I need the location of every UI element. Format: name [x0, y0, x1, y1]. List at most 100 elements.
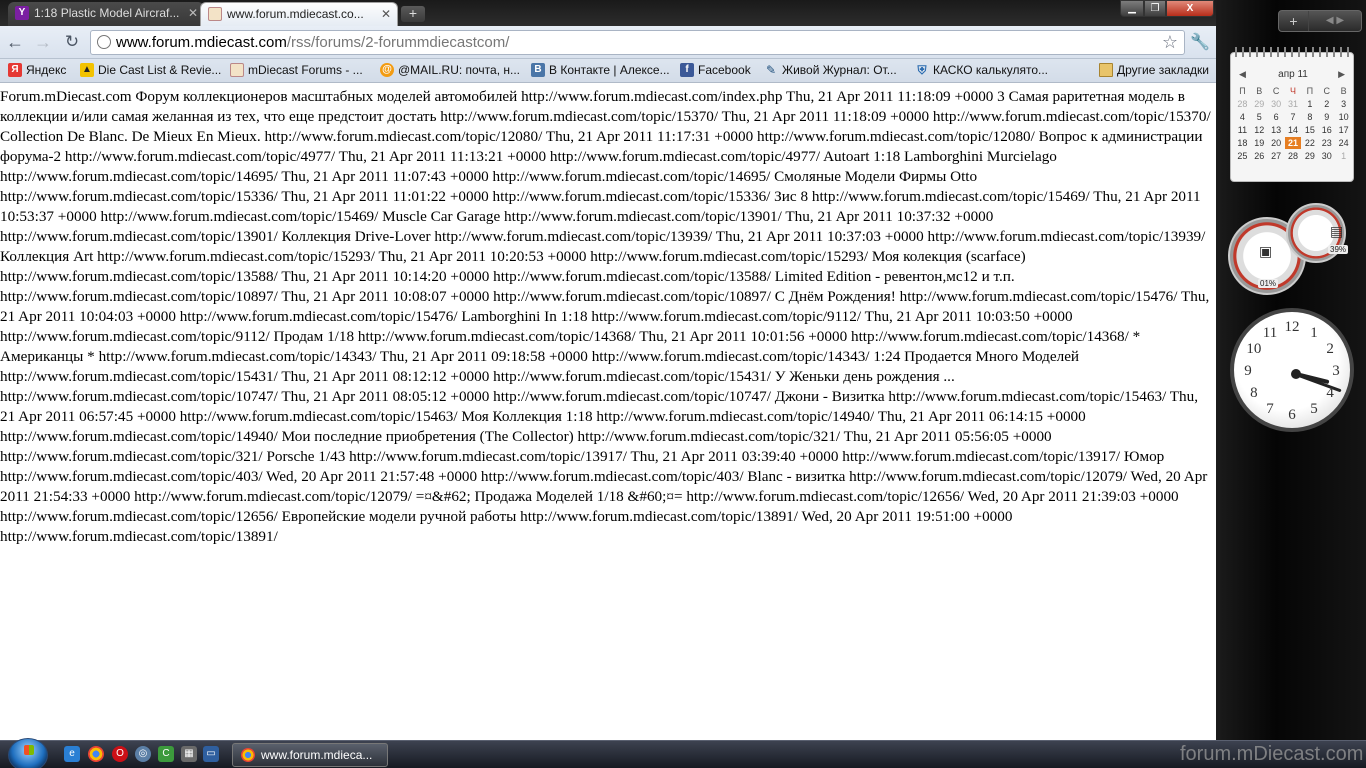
chrome-icon — [241, 748, 255, 762]
minimize-button[interactable]: ▁ — [1120, 0, 1144, 17]
address-bar[interactable]: www.forum.mdiecast.com/rss/forums/2-foru… — [90, 30, 1185, 55]
mdiecast-icon — [230, 63, 244, 77]
calendar-gadget[interactable]: ◀ апр 11 ▶ П В С Ч П С В 28 29 30 31 1 2 3 4 5 6 7 8 9 10 11 1… — [1230, 47, 1354, 182]
star-icon[interactable]: ☆ — [1162, 32, 1178, 53]
calendar-day[interactable]: 26 — [1251, 150, 1268, 162]
url-text[interactable]: www.forum.mdiecast.com/rss/forums/2-foru… — [116, 34, 509, 52]
calendar-weekday: П — [1239, 86, 1246, 96]
bookmark-vkontakte[interactable]: В В Контакте | Алексе... — [531, 59, 670, 83]
windows-logo-icon — [24, 745, 34, 755]
app-icon[interactable]: ▦ — [181, 746, 197, 762]
taskbar: e O ◎ C ▦ ▭ www.forum.mdieca... forum.mD… — [0, 738, 1366, 768]
calendar-day[interactable]: 1 — [1335, 150, 1352, 162]
ram-percent: 39% — [1328, 245, 1349, 254]
bookmark-label: КАСКО калькулято... — [933, 63, 1049, 77]
close-icon[interactable]: ✕ — [381, 3, 391, 25]
tab-label: 1:18 Plastic Model Aircraf... — [34, 6, 180, 20]
calendar-day[interactable]: 3 — [1335, 98, 1352, 110]
app-icon[interactable]: C — [158, 746, 174, 762]
page-icon — [97, 35, 111, 49]
calendar-day[interactable]: 25 — [1234, 150, 1251, 162]
calendar-day[interactable]: 14 — [1285, 124, 1302, 136]
app-icon[interactable]: ◎ — [135, 746, 151, 762]
calendar-day[interactable]: 22 — [1301, 137, 1318, 149]
calendar-day[interactable]: 9 — [1318, 111, 1335, 123]
forward-arrow-icon[interactable]: → — [32, 31, 54, 53]
close-window-button[interactable]: X — [1166, 0, 1214, 17]
start-button[interactable] — [8, 738, 48, 768]
opera-icon[interactable]: O — [112, 746, 128, 762]
clock-numeral: 1 — [1310, 324, 1318, 341]
wrench-icon[interactable]: 🔧 — [1190, 32, 1210, 52]
calendar-day[interactable]: 2 — [1318, 98, 1335, 110]
tab-strip: Y 1:18 Plastic Model Aircraf... ✕ www.fo… — [0, 0, 1216, 26]
calendar-weekday: П — [1306, 86, 1314, 96]
calendar-day[interactable]: 30 — [1268, 98, 1285, 110]
calendar-day[interactable]: 13 — [1268, 124, 1285, 136]
calendar-weekday: Ч — [1289, 86, 1296, 96]
calendar-day[interactable]: 6 — [1268, 111, 1285, 123]
tab-label: www.forum.mdiecast.co... — [227, 7, 364, 21]
bookmark-label: В Контакте | Алексе... — [549, 63, 670, 77]
calendar-day[interactable]: 10 — [1335, 111, 1352, 123]
calendar-next-icon[interactable]: ▶ — [1338, 69, 1345, 80]
tab-forum-mdiecast[interactable]: www.forum.mdiecast.co... ✕ — [200, 2, 398, 26]
bookmark-mdiecast-forums[interactable]: mDiecast Forums - ... — [230, 59, 363, 83]
calendar-day[interactable]: 8 — [1301, 111, 1318, 123]
internet-explorer-icon[interactable]: e — [64, 746, 80, 762]
taskbar-item-chrome[interactable]: www.forum.mdieca... — [232, 743, 388, 767]
bookmark-facebook[interactable]: f Facebook — [680, 59, 751, 83]
desktop-icon[interactable]: ▭ — [203, 746, 219, 762]
calendar-day[interactable]: 29 — [1301, 150, 1318, 162]
calendar-month: апр 11 — [1278, 69, 1308, 80]
calendar-day[interactable]: 11 — [1234, 124, 1251, 136]
chrome-icon[interactable] — [88, 746, 104, 762]
diecast-list-icon: ▲ — [80, 63, 94, 77]
gadget-toolbar: + ◀ ▶ — [1278, 10, 1362, 32]
clock-numeral: 11 — [1262, 324, 1278, 341]
bookmark-livejournal[interactable]: ✎ Живой Журнал: От... — [764, 59, 897, 83]
calendar-day[interactable]: 28 — [1234, 98, 1251, 110]
calendar-day[interactable]: 31 — [1285, 98, 1302, 110]
calendar-day[interactable]: 28 — [1285, 150, 1302, 162]
calendar-day[interactable]: 12 — [1251, 124, 1268, 136]
bookmark-mail-ru[interactable]: @ @MAIL.RU: почта, н... — [380, 59, 520, 83]
calendar-day[interactable]: 4 — [1234, 111, 1251, 123]
calendar-day[interactable]: 16 — [1318, 124, 1335, 136]
calendar-day[interactable]: 23 — [1318, 137, 1335, 149]
close-icon[interactable]: ✕ — [188, 2, 198, 24]
bookmark-yandex[interactable]: Я Яндекс — [8, 59, 66, 83]
calendar-day[interactable]: 27 — [1268, 150, 1285, 162]
calendar-day[interactable]: 17 — [1335, 124, 1352, 136]
watermark: forum.mDiecast.com — [1180, 743, 1364, 765]
calendar-day[interactable]: 29 — [1251, 98, 1268, 110]
calendar-day[interactable]: 20 — [1268, 137, 1285, 149]
calendar-weekday: В — [1340, 86, 1347, 96]
clock-numeral: 2 — [1326, 341, 1334, 357]
calendar-day[interactable]: 5 — [1251, 111, 1268, 123]
url-host: www.forum.mdiecast.com — [116, 34, 287, 51]
new-tab-button[interactable]: + — [401, 6, 425, 22]
calendar-day[interactable]: 7 — [1285, 111, 1302, 123]
calendar-day[interactable]: 19 — [1251, 137, 1268, 149]
cpu-meter-gadget: ▣ ▤ 01% 39% — [1228, 203, 1358, 295]
mdiecast-icon — [208, 7, 222, 21]
back-arrow-icon[interactable]: ← — [4, 31, 26, 53]
calendar-day[interactable]: 30 — [1318, 150, 1335, 162]
reload-icon[interactable]: ↻ — [61, 31, 83, 53]
maximize-button[interactable]: ❐ — [1144, 0, 1166, 17]
calendar-day[interactable]: 21 — [1284, 137, 1302, 149]
bookmark-label: Живой Журнал: От... — [782, 63, 897, 77]
clock-gadget: 12 1 2 3 4 5 6 7 8 9 10 11 — [1230, 308, 1354, 432]
gadget-nav-arrows-icon[interactable]: ◀ ▶ — [1309, 11, 1361, 31]
bookmark-other-folder[interactable]: Другие закладки — [1099, 59, 1209, 83]
calendar-day[interactable]: 15 — [1301, 124, 1318, 136]
bookmark-die-cast-list[interactable]: ▲ Die Cast List & Revie... — [80, 59, 221, 83]
tab-plastic-model-aircraft[interactable]: Y 1:18 Plastic Model Aircraf... ✕ — [8, 2, 204, 26]
bookmark-kasko-calculator[interactable]: ⛨ КАСКО калькулято... — [915, 59, 1048, 83]
bookmark-label: Яндекс — [26, 63, 67, 77]
calendar-day[interactable]: 24 — [1335, 137, 1352, 149]
calendar-day[interactable]: 18 — [1234, 137, 1251, 149]
calendar-day[interactable]: 1 — [1301, 98, 1318, 110]
add-gadget-button[interactable]: + — [1279, 11, 1309, 31]
